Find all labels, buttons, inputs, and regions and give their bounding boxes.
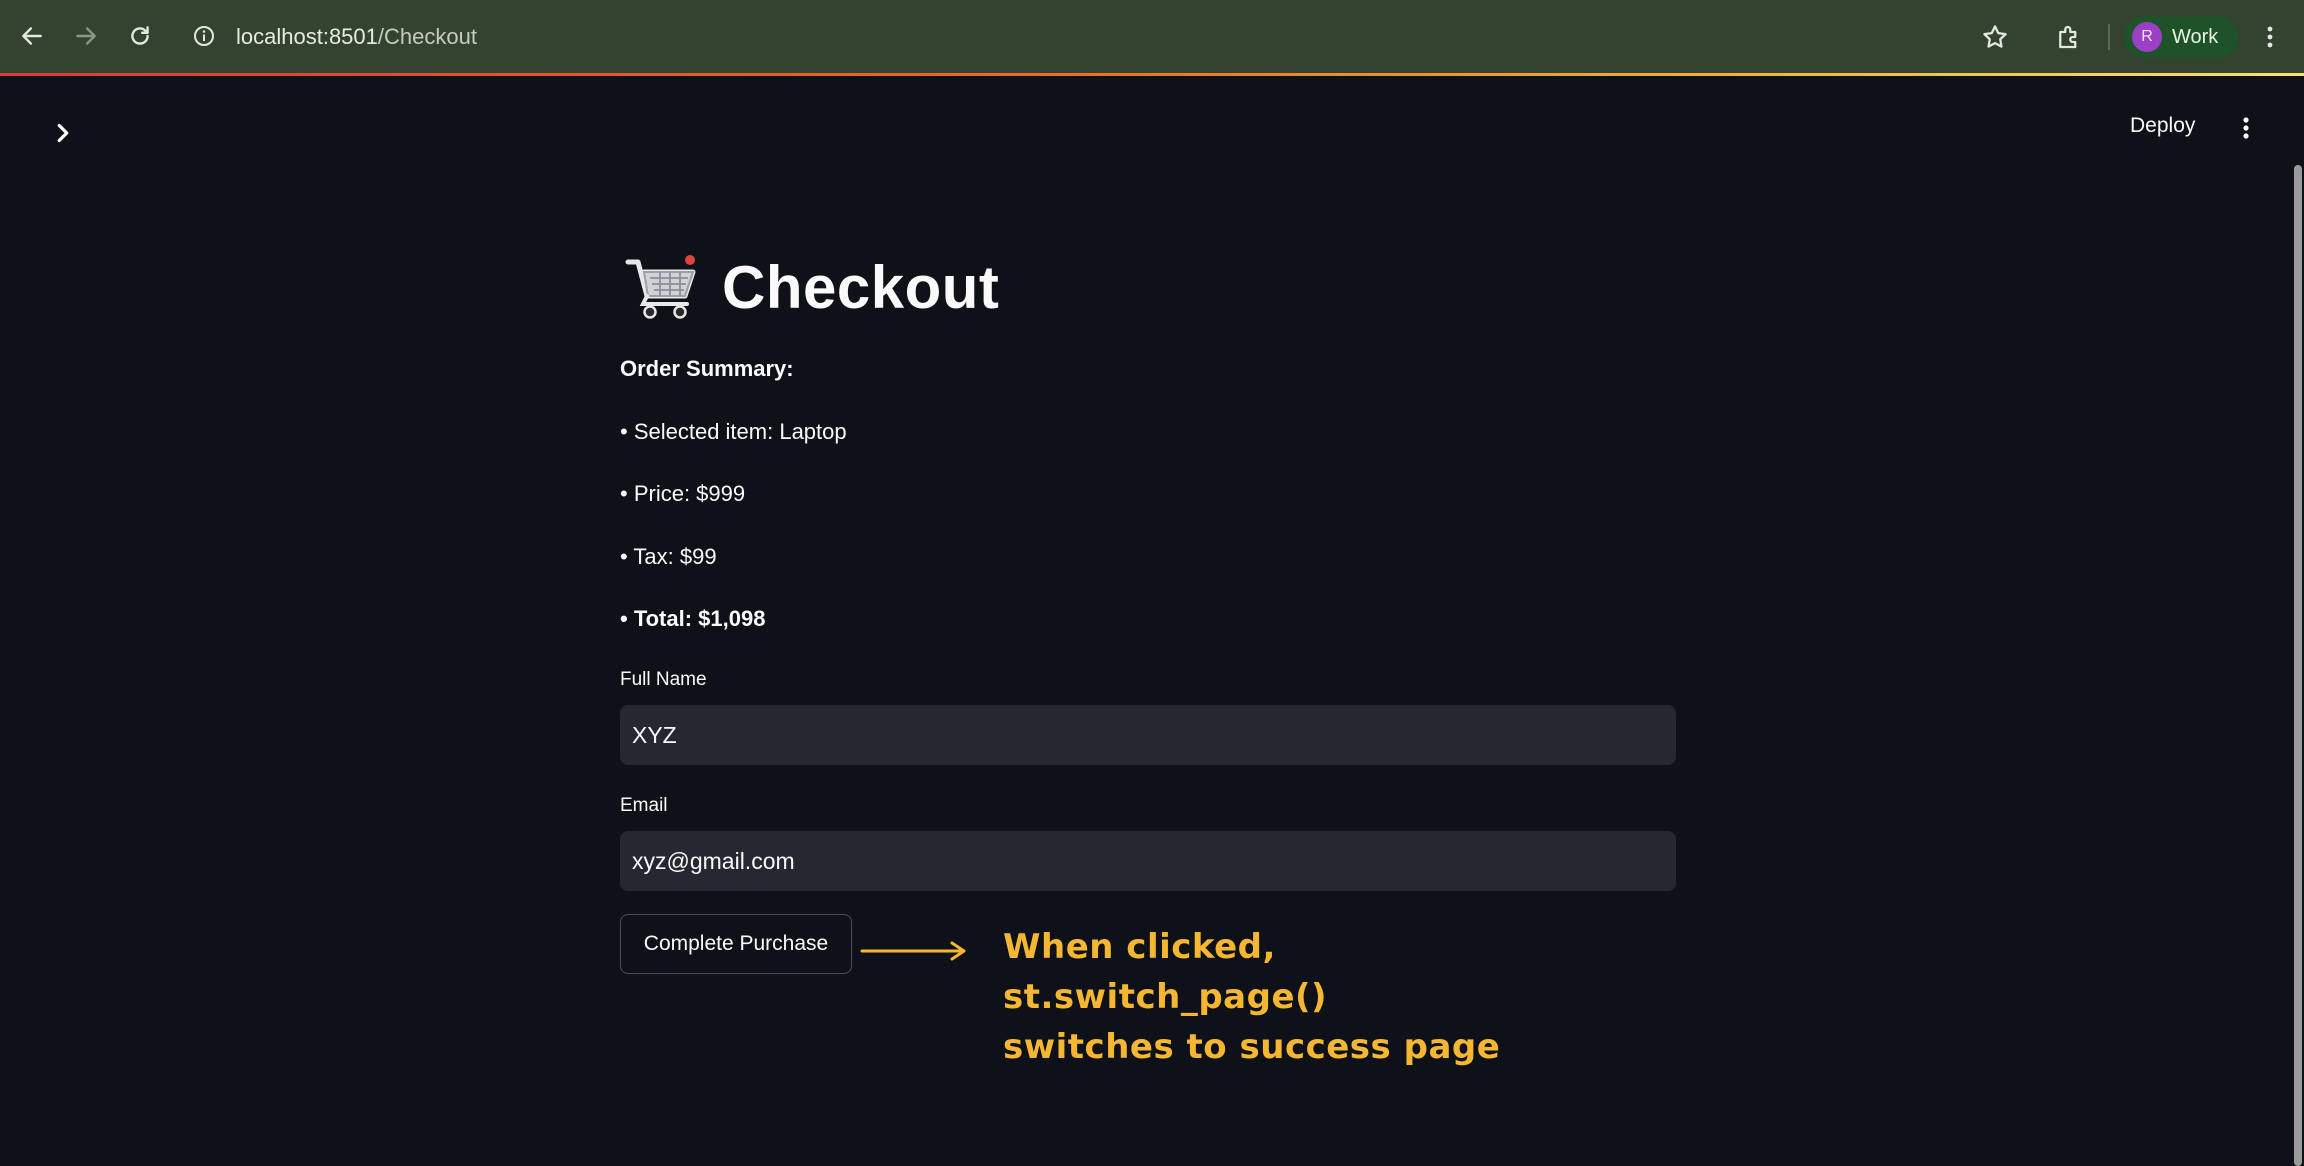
info-icon[interactable] <box>192 24 216 48</box>
loading-accent-bar <box>0 73 2304 76</box>
email-label: Email <box>620 795 668 816</box>
summary-item: • Price: $999 <box>620 481 746 506</box>
email-field[interactable] <box>620 831 1676 891</box>
back-arrow-icon[interactable] <box>14 18 50 54</box>
page-title: Checkout <box>722 254 1000 321</box>
complete-purchase-button[interactable]: Complete Purchase <box>620 914 852 974</box>
avatar: R <box>2132 22 2162 52</box>
annotation-line: switches to success page <box>1003 1027 1501 1067</box>
annotation-note: When clicked, st.switch_page() switches … <box>1003 922 1500 1072</box>
url-text[interactable]: localhost:8501/Checkout <box>236 24 477 50</box>
more-vertical-icon[interactable] <box>2258 22 2282 52</box>
url-path: /Checkout <box>377 24 477 49</box>
annotation-line: When clicked, <box>1003 927 1276 967</box>
full-name-field[interactable] <box>620 705 1676 765</box>
browser-toolbar: localhost:8501/Checkout R Work <box>0 0 2304 73</box>
star-icon[interactable] <box>1980 22 2010 52</box>
scrollbar[interactable] <box>2294 165 2302 1166</box>
shopping-cart-icon <box>625 255 696 319</box>
extensions-icon[interactable] <box>2054 22 2084 52</box>
url-host: localhost:8501 <box>236 24 378 49</box>
annotation-arrow-icon <box>860 941 966 961</box>
app-menu-icon[interactable] <box>2234 114 2258 142</box>
full-name-label: Full Name <box>620 669 707 690</box>
annotation-line: st.switch_page() <box>1003 977 1328 1017</box>
summary-item: • Selected item: Laptop <box>620 419 847 444</box>
deploy-button[interactable]: Deploy <box>2130 114 2195 138</box>
summary-total: • Total: $1,098 <box>620 606 766 631</box>
order-summary-heading: Order Summary: <box>620 356 794 381</box>
toolbar-divider <box>2108 24 2110 50</box>
profile-button[interactable]: R Work <box>2124 16 2238 58</box>
chevron-right-icon[interactable] <box>48 118 78 148</box>
main-content: Checkout Order Summary: • Selected item:… <box>620 240 1676 974</box>
page-title-row: Checkout <box>620 240 1676 336</box>
forward-arrow-icon[interactable] <box>68 18 104 54</box>
profile-label: Work <box>2172 25 2219 48</box>
summary-item: • Tax: $99 <box>620 544 717 569</box>
reload-icon[interactable] <box>122 18 158 54</box>
